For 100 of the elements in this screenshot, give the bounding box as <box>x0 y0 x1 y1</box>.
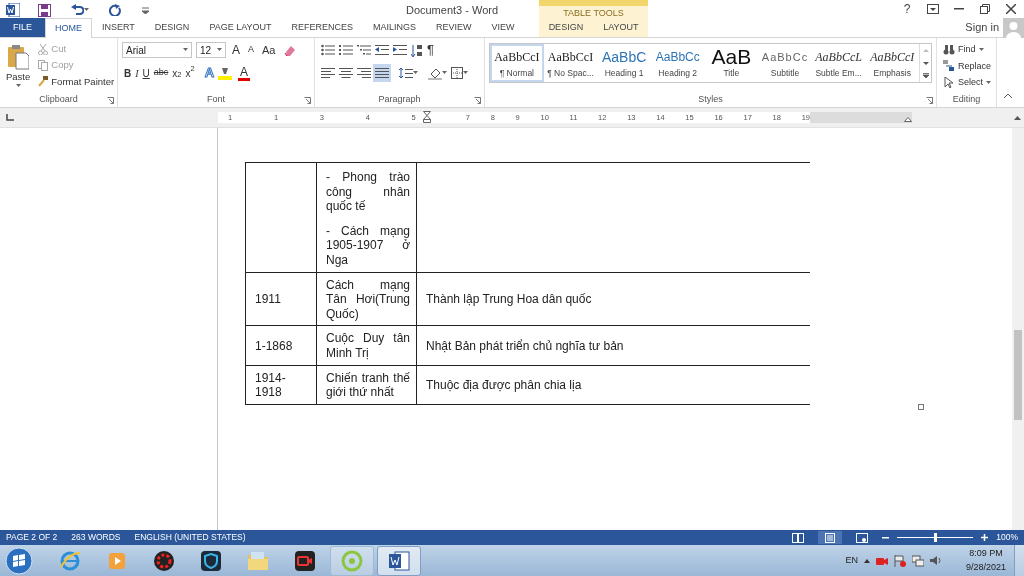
right-indent-marker-icon[interactable] <box>904 114 912 122</box>
ribbon-tab[interactable]: DESIGN <box>538 18 594 37</box>
format-button[interactable]: abc <box>151 64 171 82</box>
table-cell-text: Nhật Bản phát triển chủ nghĩa tư bản <box>426 338 624 353</box>
bullets-icon <box>321 44 335 56</box>
ribbon-tab[interactable]: PAGE LAYOUT <box>199 18 282 37</box>
word-count[interactable]: 263 WORDS <box>71 531 121 544</box>
chevron-up-icon[interactable] <box>863 558 870 563</box>
zoom-slider-thumb[interactable] <box>933 533 937 542</box>
style-gallery-item[interactable]: AaBbCcI ¶ Normal <box>490 44 544 82</box>
format-button[interactable]: B <box>122 64 134 82</box>
borders-button[interactable] <box>449 64 470 82</box>
document-icon <box>387 548 411 573</box>
scissors-icon <box>38 43 49 55</box>
style-gallery-item[interactable]: AaBbCc Subtitle <box>758 44 812 82</box>
caret-icon <box>217 48 222 52</box>
style-gallery-item[interactable]: AaBbCcI ¶ No Spac... <box>543 44 598 82</box>
zoom-out-icon[interactable] <box>882 536 890 539</box>
ribbon-tab[interactable]: DESIGN <box>144 18 200 37</box>
format-button[interactable]: x$_{2}$ <box>170 64 184 82</box>
table-cell-text: Chiến tranh thế giới thứ nhất <box>326 370 410 400</box>
save-button[interactable] <box>36 1 53 19</box>
ribbon-tab[interactable]: HOME <box>45 18 92 38</box>
scrollbar-thumb[interactable] <box>1014 330 1022 420</box>
clipboard-command[interactable]: Format Painter <box>36 73 117 90</box>
change-case-button[interactable]: Aa <box>260 41 278 59</box>
sign-in-link[interactable]: Sign in <box>965 19 999 36</box>
table-cell-text: 1911 <box>255 292 281 307</box>
clear-formatting-icon <box>283 44 296 56</box>
style-gallery-item[interactable]: AaBbCc Heading 2 <box>650 44 705 82</box>
zoom-in-icon[interactable] <box>981 534 989 541</box>
format-button[interactable]: x$^{2}$ <box>183 64 197 82</box>
grow-font-button[interactable]: A <box>230 41 242 59</box>
print-layout-icon <box>824 532 837 543</box>
dialog-launcher-icon[interactable] <box>107 97 114 104</box>
scroll-up-icon[interactable] <box>1014 115 1021 120</box>
ribbon-tab[interactable]: LAYOUT <box>593 18 649 37</box>
ribbon-tab[interactable]: REVIEW <box>426 18 482 37</box>
clock-time[interactable]: 8:09 PM <box>969 547 1003 561</box>
help-button[interactable]: ? <box>894 0 920 18</box>
table-cell-text: Cách mạng Tân Hơi(Trung Quốc) <box>326 277 410 322</box>
group-label: Clipboard <box>39 92 78 106</box>
editing-command[interactable]: Replace <box>941 58 994 74</box>
ribbon-tab[interactable]: FILE <box>0 18 45 37</box>
line-spacing-icon <box>399 67 413 79</box>
more-icon <box>923 73 930 79</box>
font-size-field[interactable]: 12 <box>196 42 226 58</box>
print-layout-button[interactable] <box>818 531 843 544</box>
format-button[interactable]: U <box>140 64 152 82</box>
paintbrush-icon <box>38 76 49 88</box>
paste-button[interactable]: Paste <box>4 41 33 91</box>
read-mode-icon <box>792 532 805 543</box>
caret-icon <box>413 71 418 75</box>
ribbon-tab[interactable]: MAILINGS <box>363 18 427 37</box>
replace-icon <box>943 60 955 73</box>
zoom-level[interactable]: 100% <box>996 531 1018 544</box>
font-name-field[interactable]: Arial <box>122 42 192 58</box>
shield-icon <box>199 548 223 573</box>
indent-marker-icon[interactable] <box>423 111 431 123</box>
ribbon-display-icon <box>927 4 939 14</box>
style-gallery-item[interactable]: AaBbC Heading 1 <box>597 44 651 82</box>
ribbon-tab[interactable]: INSERT <box>92 18 145 37</box>
tab-selector-icon[interactable] <box>6 114 14 121</box>
dialog-launcher-icon[interactable] <box>304 97 311 104</box>
speaker-icon[interactable] <box>929 555 942 566</box>
flag-icon[interactable] <box>893 554 906 567</box>
taskbar-app[interactable] <box>377 545 421 576</box>
cursor-icon <box>943 76 955 89</box>
format-button[interactable]: I <box>133 64 141 82</box>
style-gallery-item[interactable]: AaBbCcL Subtle Em... <box>811 44 866 82</box>
font-color-button[interactable]: A <box>238 65 251 81</box>
caret-icon <box>84 8 89 12</box>
page-count[interactable]: PAGE 2 OF 2 <box>6 531 58 544</box>
language-indicator[interactable]: ENGLISH (UNITED STATES) <box>134 531 246 544</box>
clock-date[interactable]: 9/28/2021 <box>965 560 1006 574</box>
caret-icon <box>442 71 447 75</box>
show-formatting-marks-button[interactable]: ¶ <box>425 41 436 59</box>
web-layout-icon <box>856 532 869 543</box>
start-orb-icon[interactable] <box>4 545 34 576</box>
dialog-launcher-icon[interactable] <box>474 97 481 104</box>
align-icon <box>339 67 353 79</box>
chevron-down-icon <box>923 60 930 66</box>
shrink-font-button[interactable]: A <box>246 41 257 59</box>
camera-icon[interactable] <box>875 555 888 566</box>
network-icon[interactable] <box>911 554 924 567</box>
restore-icon <box>980 4 990 14</box>
editing-command[interactable]: Select <box>941 75 993 91</box>
align-button[interactable] <box>373 64 391 82</box>
ribbon-tab[interactable]: REFERENCES <box>281 18 364 37</box>
table-resize-handle[interactable] <box>918 404 924 410</box>
language-indicator[interactable]: EN <box>845 553 858 568</box>
style-gallery-item[interactable]: AaB Title <box>704 44 759 82</box>
dialog-launcher-icon[interactable] <box>926 97 933 104</box>
table-cell-text: Thuộc địa được phân chia lịa <box>426 377 582 392</box>
ribbon-tab[interactable]: VIEW <box>481 18 525 37</box>
clipboard-icon <box>7 43 30 70</box>
editing-command[interactable]: Find <box>941 42 986 58</box>
redo-button[interactable] <box>107 1 124 19</box>
align-icon <box>357 67 371 79</box>
style-gallery-item[interactable]: AaBbCcI Emphasis <box>865 44 920 82</box>
